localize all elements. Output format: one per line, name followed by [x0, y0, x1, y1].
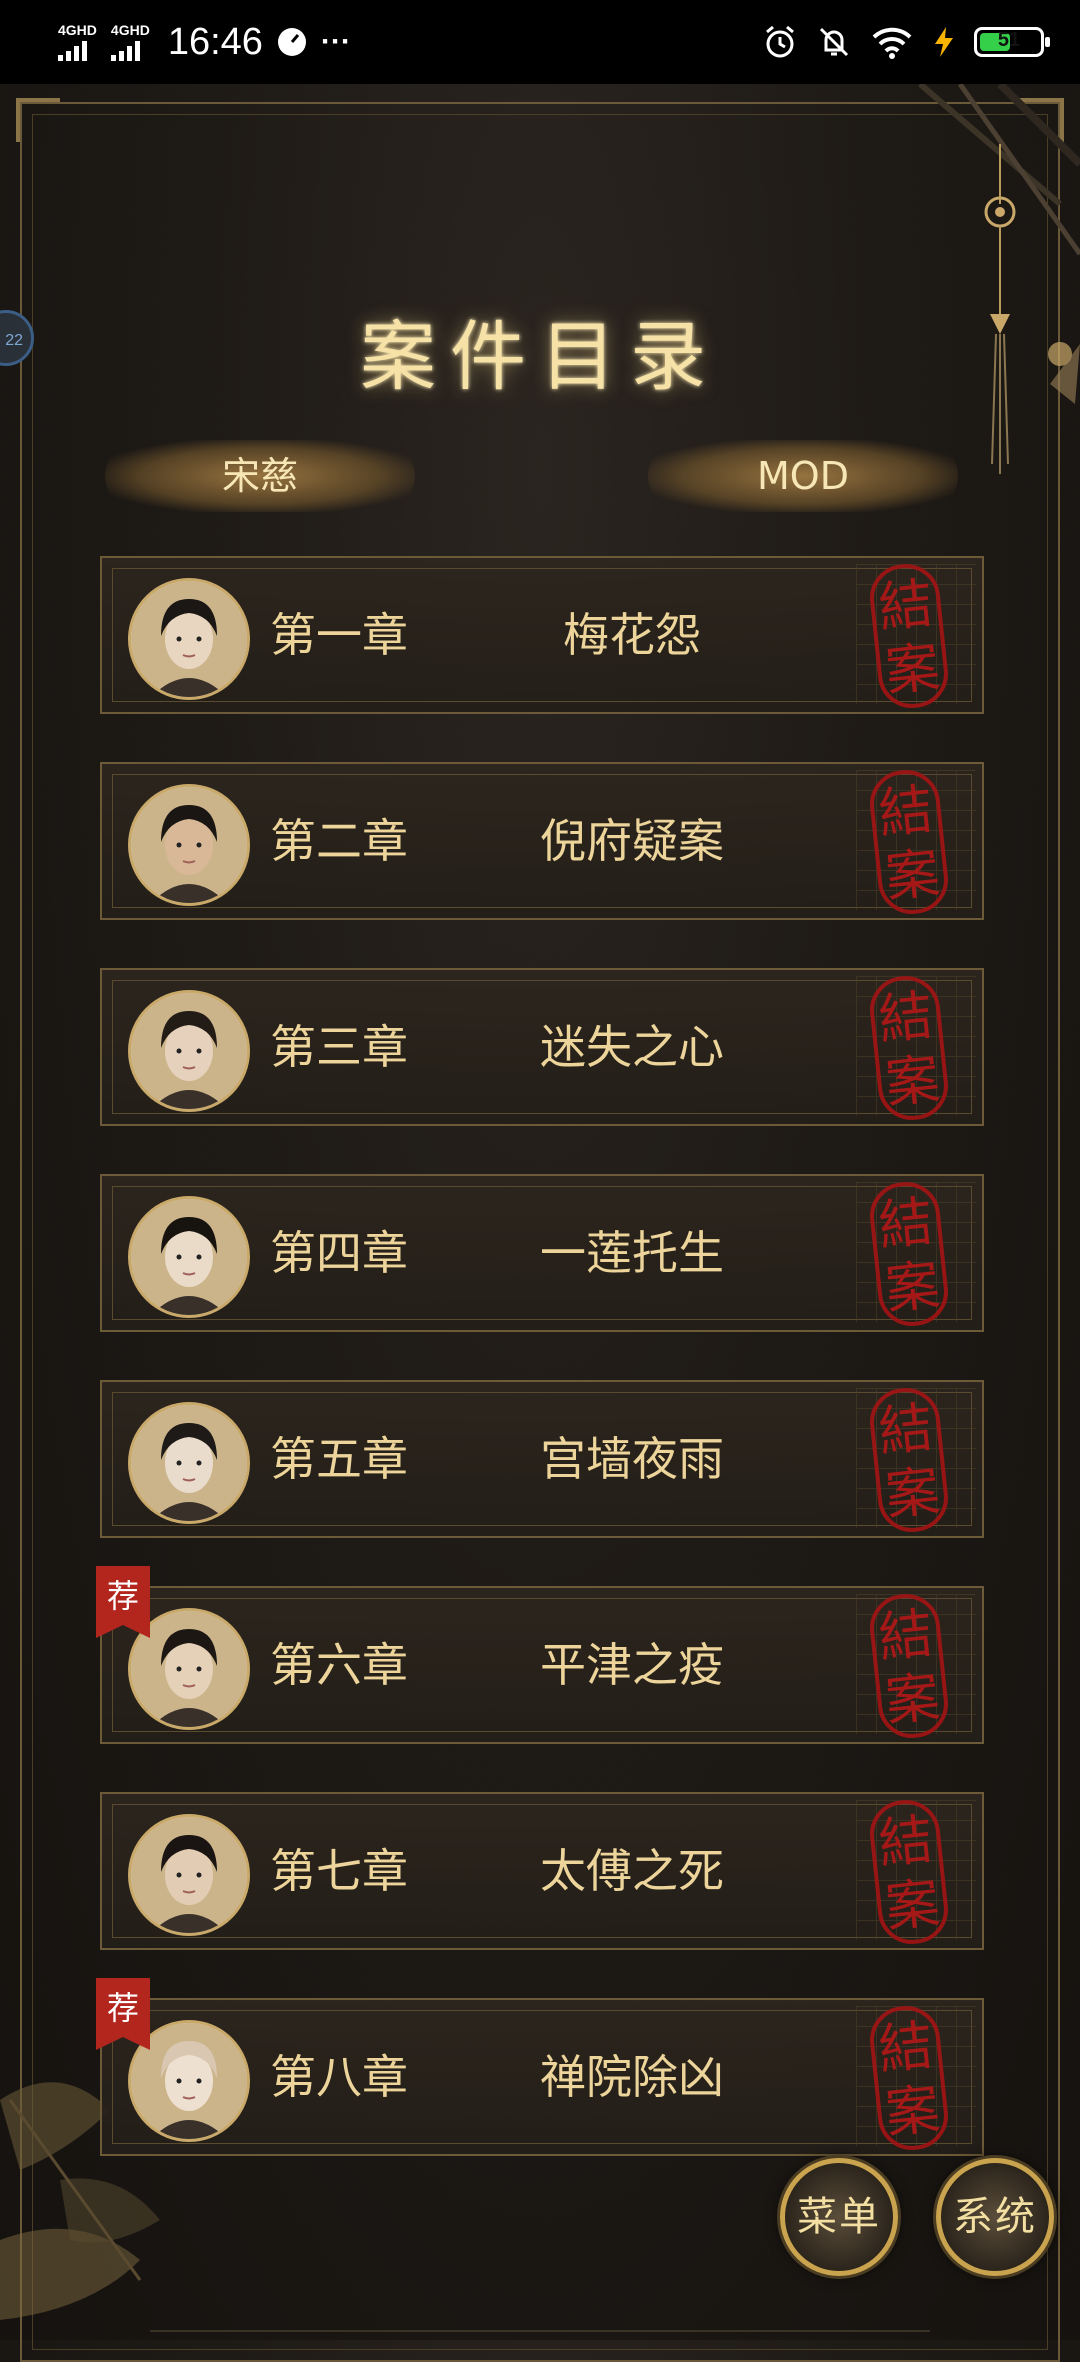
sim2-label: 4GHD	[110, 22, 150, 38]
seal-char: 結	[875, 1189, 936, 1258]
seal-char: 結	[875, 571, 936, 640]
seal-char: 案	[882, 1665, 943, 1734]
chapter-number: 第七章	[270, 1844, 408, 1898]
seal-char: 案	[882, 1047, 943, 1116]
signal-sim2-icon: 4GHD	[110, 22, 150, 61]
seal-char: 結	[875, 983, 936, 1052]
chapter-row[interactable]: 第二章 倪府疑案 結案	[100, 762, 984, 920]
chapter-title: 梅花怨	[563, 608, 701, 662]
chapter-number: 第二章	[270, 814, 408, 868]
status-bar: 4GHD 4GHD 16:46 ··· 51	[0, 0, 1080, 84]
more-icon: ···	[320, 25, 351, 58]
battery-icon: 51	[974, 27, 1050, 57]
seal-char: 案	[882, 1871, 943, 1940]
alarm-icon	[766, 25, 794, 58]
chapter-portrait-avatar	[128, 1814, 250, 1936]
chapter-number: 第八章	[270, 2050, 408, 2104]
menu-button[interactable]: 菜单	[780, 2158, 898, 2276]
chapter-row[interactable]: 第八章 禅院除凶結案荐	[96, 1978, 984, 2156]
page-title: 案件目录	[360, 312, 720, 401]
chapter-title: 禅院除凶	[540, 2050, 724, 2104]
chapter-row[interactable]: 第四章 一莲托生 結案	[100, 1174, 984, 1332]
charging-icon	[935, 27, 953, 57]
seal-char: 案	[882, 635, 943, 704]
signal-sim1-icon: 4GHD	[58, 23, 97, 61]
seal-char: 案	[882, 1459, 943, 1528]
chapter-row[interactable]: 第七章 太傅之死 結案	[100, 1792, 984, 1950]
chapter-title: 平津之疫	[540, 1638, 724, 1692]
chapter-portrait-avatar	[128, 784, 250, 906]
system-button[interactable]: 系统	[936, 2158, 1054, 2276]
chapter-title: 一莲托生	[540, 1226, 724, 1280]
chapter-number: 第一章	[270, 608, 408, 662]
speed-icon	[277, 28, 306, 56]
frame-corner	[16, 98, 60, 142]
seal-char: 案	[882, 2077, 943, 2146]
seal-char: 結	[875, 1395, 936, 1464]
chapter-row[interactable]: 第五章 宫墙夜雨 結案	[100, 1380, 984, 1538]
tab-mod[interactable]: MOD	[648, 440, 958, 512]
hanging-ornament-decoration	[918, 84, 1080, 474]
chapter-title: 太傅之死	[540, 1844, 724, 1898]
chapter-number: 第六章	[270, 1638, 408, 1692]
chapter-portrait-avatar	[128, 578, 250, 700]
mute-icon	[819, 27, 849, 57]
chapter-row[interactable]: 第一章 梅花怨 結案	[100, 556, 984, 714]
chapter-title: 倪府疑案	[540, 814, 724, 868]
seal-char: 結	[875, 2013, 936, 2082]
chapter-portrait-avatar	[128, 990, 250, 1112]
seal-char: 結	[875, 1601, 936, 1670]
status-right: 51	[762, 14, 1050, 70]
seal-char: 結	[875, 1807, 936, 1876]
battery-level: 51	[997, 29, 1021, 51]
chapter-number: 第四章	[270, 1226, 408, 1280]
sim1-label: 4GHD	[58, 22, 97, 38]
bottom-divider	[150, 2330, 930, 2342]
clock: 16:46	[167, 20, 263, 63]
tab-songci[interactable]: 宋慈	[105, 440, 415, 512]
seal-char: 結	[875, 777, 936, 846]
chapter-title: 迷失之心	[540, 1020, 724, 1074]
chapter-row[interactable]: 第六章 平津之疫結案荐	[96, 1566, 984, 1744]
chapter-portrait-avatar	[128, 1196, 250, 1318]
chapter-row[interactable]: 第三章 迷失之心 結案	[100, 968, 984, 1126]
chapter-number: 第五章	[270, 1432, 408, 1486]
status-left: 4GHD 4GHD 16:46 ···	[58, 14, 351, 70]
wifi-icon	[872, 27, 912, 59]
chapter-title: 宫墙夜雨	[540, 1432, 724, 1486]
seal-char: 案	[882, 841, 943, 910]
chapter-portrait-avatar	[128, 1402, 250, 1524]
chapter-number: 第三章	[270, 1020, 408, 1074]
seal-char: 案	[882, 1253, 943, 1322]
